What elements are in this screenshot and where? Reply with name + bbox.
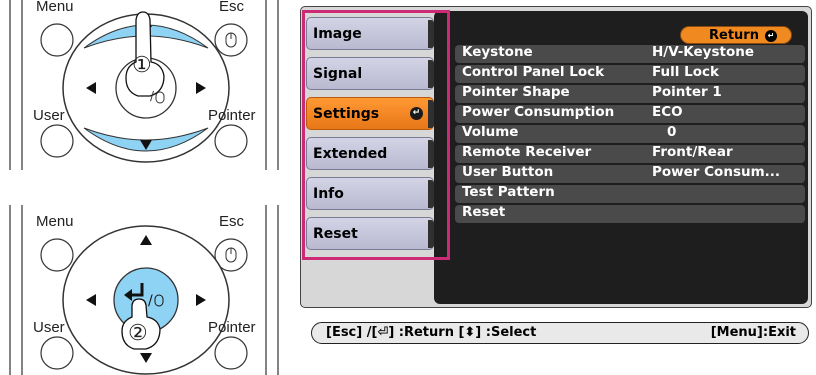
setting-label: Power Consumption — [462, 104, 615, 120]
setting-label: Pointer Shape — [462, 84, 570, 100]
return-button[interactable]: Return ↵ — [680, 26, 792, 44]
user-button — [40, 124, 74, 158]
setting-label: Volume — [462, 124, 519, 140]
pointer-button — [214, 124, 248, 158]
pointer-label: Pointer — [208, 319, 256, 336]
menu-highlight-frame — [302, 10, 450, 260]
menu-label: Menu — [36, 213, 74, 230]
menu-help-bar: [Esc] /[⏎] :Return [⬍] :Select [Menu]:Ex… — [311, 322, 809, 344]
setting-value: Front/Rear — [652, 144, 733, 160]
esc-label: Esc — [219, 0, 245, 15]
step-marker: ② — [128, 320, 148, 345]
setting-row-user-button[interactable]: User Button Power Consum... — [455, 164, 805, 184]
setting-label: Keystone — [462, 44, 533, 60]
step-marker: ① — [132, 52, 152, 77]
pointer-label: Pointer — [208, 107, 256, 124]
setting-label: User Button — [462, 164, 554, 180]
setting-row-control-panel-lock[interactable]: Control Panel Lock Full Lock — [455, 64, 805, 84]
setting-value: Power Consum... — [652, 164, 781, 180]
remote-illustration-bottom: / Menu Esc User Pointer ② — [0, 195, 290, 375]
help-text-navigation: [Esc] /[⏎] :Return [⬍] :Select — [326, 325, 537, 340]
menu-label: Menu — [36, 0, 74, 15]
user-label: User — [33, 319, 65, 336]
esc-label: Esc — [219, 213, 245, 230]
setting-value: Pointer 1 — [652, 84, 722, 100]
setting-row-reset[interactable]: Reset — [455, 204, 805, 224]
setting-value: 0 — [667, 124, 677, 140]
setting-row-test-pattern[interactable]: Test Pattern — [455, 184, 805, 204]
setting-row-power-consumption[interactable]: Power Consumption ECO — [455, 104, 805, 124]
menu-button — [40, 23, 74, 57]
setting-row-pointer-shape[interactable]: Pointer Shape Pointer 1 — [455, 84, 805, 104]
setting-value: H/V-Keystone — [652, 44, 755, 60]
help-text-exit: [Menu]:Exit — [710, 325, 796, 340]
setting-row-volume[interactable]: Volume 0 — [455, 124, 805, 144]
enter-icon: ↵ — [764, 30, 777, 42]
svg-text:/: / — [148, 293, 153, 309]
setting-row-keystone[interactable]: Keystone H/V-Keystone — [455, 44, 805, 64]
user-label: User — [33, 107, 65, 124]
setting-label: Test Pattern — [462, 184, 555, 200]
setting-label: Control Panel Lock — [462, 64, 605, 80]
setting-row-remote-receiver[interactable]: Remote Receiver Front/Rear — [455, 144, 805, 164]
setting-label: Reset — [462, 204, 506, 220]
setting-label: Remote Receiver — [462, 144, 592, 160]
remote-illustration-top: / Menu Esc User Pointer ① — [0, 0, 290, 180]
setting-value: ECO — [652, 104, 683, 120]
return-label: Return — [709, 28, 759, 43]
setting-value: Full Lock — [652, 64, 719, 80]
